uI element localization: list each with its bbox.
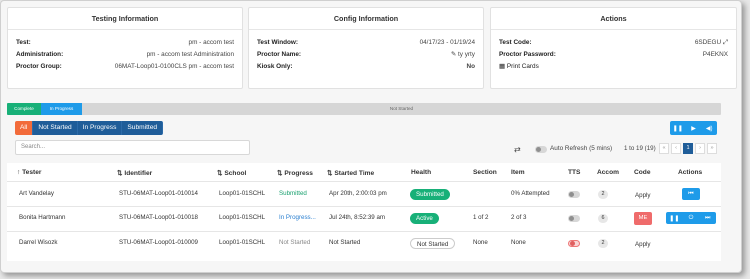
health-badge: Submitted bbox=[410, 189, 450, 200]
volume-icon[interactable]: ◀) bbox=[701, 121, 717, 135]
grid-icon: ▦ bbox=[499, 63, 507, 70]
col-section: Section bbox=[473, 169, 497, 176]
school: Loop01-01SCHL bbox=[219, 239, 266, 246]
accom-count[interactable]: 6 bbox=[598, 214, 608, 223]
print-cards-link[interactable]: ▦ Print Cards bbox=[499, 62, 728, 72]
power-icon[interactable]: ⏻ bbox=[683, 215, 700, 222]
col-health: Health bbox=[411, 169, 432, 176]
code-me-button[interactable]: ME bbox=[634, 212, 652, 225]
progress-status: Not Started bbox=[279, 239, 311, 246]
progress-in-progress: In Progress bbox=[41, 103, 82, 115]
col-actions: Actions bbox=[678, 169, 703, 176]
col-progress[interactable]: ⇅ Progress bbox=[277, 169, 313, 177]
col-code: Code bbox=[634, 169, 651, 176]
pause-icon[interactable]: ❚❚ bbox=[666, 215, 683, 222]
progress-not-started: Not Started bbox=[389, 106, 414, 111]
apply-code-button[interactable]: Apply bbox=[635, 241, 650, 248]
card-title: Config Information bbox=[333, 14, 399, 23]
progress-complete: Complete bbox=[7, 103, 41, 115]
row-actions: ❚❚ ⏻ ⏭ bbox=[666, 212, 716, 224]
test-code-row: Test Code: 6SDEGU ⤢ bbox=[499, 39, 728, 46]
status-filter-group: All Not Started In Progress Submitted bbox=[15, 121, 164, 135]
pager-info: 1 to 19 (19) bbox=[624, 145, 656, 152]
started-time: Jul 24th, 8:52:39 am bbox=[329, 214, 386, 221]
col-tts: TTS bbox=[568, 169, 581, 176]
actions-card: Actions Test Code: 6SDEGU ⤢ Proctor Passw… bbox=[490, 7, 737, 89]
progress-bar: Complete In Progress Not Started bbox=[7, 103, 721, 115]
health-badge: Active bbox=[410, 213, 439, 224]
page-1-button[interactable]: 1 bbox=[683, 143, 693, 154]
filter-all-button[interactable]: All bbox=[15, 121, 34, 135]
testers-table bbox=[7, 163, 721, 261]
item-progress: 0% Attempted bbox=[511, 190, 550, 197]
tester-name: Bonita Hartmann bbox=[19, 214, 66, 221]
school: Loop01-01SCHL bbox=[219, 190, 266, 197]
bulk-actions: ❚❚ ▶ ◀) bbox=[670, 121, 717, 135]
accom-count[interactable]: 2 bbox=[598, 239, 608, 248]
school: Loop01-01SCHL bbox=[219, 214, 266, 221]
identifier: STU-06MAT-Loop01-010018 bbox=[119, 214, 198, 221]
test-row: Test: pm - accom test bbox=[16, 39, 234, 46]
testing-information-card: Testing Information Test: pm - accom test… bbox=[7, 7, 243, 89]
identifier: STU-06MAT-Loop01-010014 bbox=[119, 190, 198, 197]
col-item: Item bbox=[511, 169, 525, 176]
administration-row: Administration: pm - accom test Administr… bbox=[16, 51, 234, 58]
pagination: « ‹ 1 › » bbox=[659, 143, 717, 154]
tester-name: Art Vandelay bbox=[19, 190, 54, 197]
health-badge: Not Started bbox=[410, 238, 456, 249]
config-information-card: Config Information Test Window: 04/17/23 … bbox=[248, 7, 484, 89]
last-page-button[interactable]: » bbox=[707, 143, 717, 154]
proctor-password-row: Proctor Password: P4EKNX bbox=[499, 51, 728, 58]
progress-status: Submitted bbox=[279, 190, 307, 197]
accom-count[interactable]: 2 bbox=[598, 190, 608, 199]
refresh-icon[interactable]: ⇄ bbox=[514, 145, 521, 154]
started-time: Apr 20th, 2:00:03 pm bbox=[329, 190, 387, 197]
col-tester[interactable]: ↑ Tester bbox=[17, 169, 41, 176]
item-progress: 2 of 3 bbox=[511, 214, 527, 221]
progress-status: In Progress... bbox=[279, 214, 316, 221]
section: 1 of 2 bbox=[473, 214, 489, 221]
tts-toggle[interactable] bbox=[568, 191, 580, 198]
apply-code-button[interactable]: Apply bbox=[635, 192, 650, 199]
pause-icon[interactable]: ❚❚ bbox=[670, 121, 686, 135]
proctor-name-row: Proctor Name: ✎ ty yrty bbox=[257, 50, 475, 60]
started-time: Not Started bbox=[329, 239, 361, 246]
col-identifier[interactable]: ⇅ Identifier bbox=[117, 169, 152, 177]
search-input[interactable]: Search... bbox=[15, 140, 250, 155]
col-accom: Accom bbox=[597, 169, 619, 176]
auto-refresh-label: Auto Refresh (5 mins) bbox=[550, 145, 613, 152]
test-window-row: Test Window: 04/17/23 - 01/19/24 bbox=[257, 39, 475, 46]
proctor-group-row: Proctor Group: 06MAT-Loop01-0100CLS pm - … bbox=[16, 63, 234, 70]
proctor-name-link[interactable]: ✎ ty yrty bbox=[451, 50, 475, 60]
auto-refresh-toggle[interactable] bbox=[535, 146, 547, 153]
play-icon[interactable]: ▶ bbox=[686, 121, 702, 135]
info-cards: Testing Information Test: pm - accom test… bbox=[7, 7, 737, 89]
edit-icon: ✎ bbox=[450, 51, 458, 58]
card-title: Actions bbox=[600, 14, 627, 23]
filter-submitted-button[interactable]: Submitted bbox=[122, 121, 164, 135]
col-school[interactable]: ⇅ School bbox=[217, 169, 246, 177]
expand-icon[interactable]: ⤢ bbox=[723, 39, 728, 46]
app-window: Testing Information Test: pm - accom test… bbox=[0, 0, 742, 273]
next-page-button[interactable]: › bbox=[695, 143, 705, 154]
skip-forward-icon[interactable]: ⏭ bbox=[699, 215, 716, 222]
filter-not-started-button[interactable]: Not Started bbox=[33, 121, 78, 135]
kiosk-only-row: Kiosk Only: No bbox=[257, 63, 475, 70]
prev-page-button[interactable]: ‹ bbox=[671, 143, 681, 154]
first-page-button[interactable]: « bbox=[659, 143, 669, 154]
col-started-time[interactable]: ⇅ Started Time bbox=[327, 169, 374, 177]
tester-name: Darrel Wisozk bbox=[19, 239, 58, 246]
card-title: Testing Information bbox=[91, 14, 159, 23]
filter-in-progress-button[interactable]: In Progress bbox=[77, 121, 123, 135]
identifier: STU-06MAT-Loop01-010009 bbox=[119, 239, 198, 246]
tts-toggle[interactable] bbox=[568, 240, 580, 247]
skip-back-icon[interactable]: ⏮ bbox=[682, 188, 700, 200]
item-progress: None bbox=[511, 239, 526, 246]
section: None bbox=[473, 239, 488, 246]
tts-toggle[interactable] bbox=[568, 215, 580, 222]
